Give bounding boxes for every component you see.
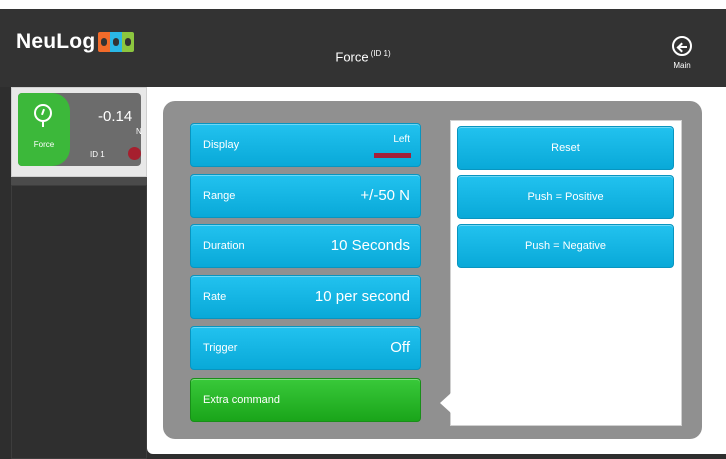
trigger-setting-button[interactable]: Trigger Off (190, 326, 421, 370)
display-value: Left (393, 134, 410, 145)
page-title: Force (ID 1) (0, 49, 726, 64)
sensor-tile[interactable]: Force -0.14 N ID 1 (18, 93, 142, 166)
rate-setting-button[interactable]: Rate 10 per second (190, 275, 421, 319)
sensor-name: Force (33, 140, 55, 149)
sensor-badge: Force (18, 93, 70, 166)
push-positive-button[interactable]: Push = Positive (457, 175, 674, 219)
record-indicator (128, 147, 141, 160)
extra-command-button[interactable]: Extra command (190, 378, 421, 422)
main-button[interactable]: Main (666, 36, 698, 70)
reset-button[interactable]: Reset (457, 126, 674, 170)
main-button-label: Main (673, 61, 691, 70)
display-label: Display (203, 139, 240, 151)
duration-label: Duration (203, 240, 245, 252)
push-negative-button[interactable]: Push = Negative (457, 224, 674, 268)
page-title-id: (ID 1) (370, 49, 391, 58)
sensor-panel: Force -0.14 N ID 1 (11, 87, 147, 177)
duration-setting-button[interactable]: Duration 10 Seconds (190, 224, 421, 268)
trigger-value: Off (390, 339, 410, 356)
duration-value: 10 Seconds (330, 237, 410, 254)
trigger-label: Trigger (203, 342, 238, 354)
page-title-text: Force (335, 49, 369, 65)
gauge-icon (34, 104, 52, 122)
sensor-id: ID 1 (90, 150, 105, 159)
display-color-swatch (374, 153, 411, 158)
display-setting-button[interactable]: Display Left (190, 123, 421, 167)
sensor-value: -0.14 (98, 108, 133, 125)
range-value: +/-50 N (360, 187, 410, 204)
sensor-unit: N (136, 127, 142, 136)
rate-label: Rate (203, 291, 227, 303)
back-arrow-icon (672, 36, 692, 56)
rate-value: 10 per second (314, 288, 410, 305)
sensor-list-area (11, 185, 147, 459)
app-header: NeuLog Force (ID 1) Main (0, 9, 726, 87)
command-list-pointer (440, 393, 451, 413)
extra-command-label: Extra command (203, 394, 281, 406)
range-setting-button[interactable]: Range +/-50 N (190, 174, 421, 218)
range-label: Range (203, 190, 236, 202)
